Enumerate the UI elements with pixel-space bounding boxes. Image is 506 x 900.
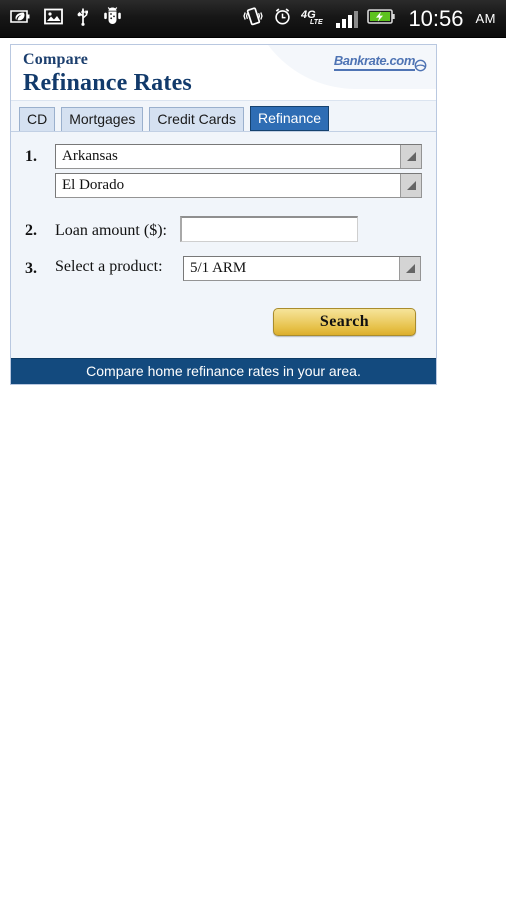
product-label: Select a product: [55, 258, 163, 275]
search-button[interactable]: Search [273, 308, 416, 336]
tab-refinance[interactable]: Refinance [249, 106, 330, 131]
power-saver-leaf-icon [10, 8, 31, 30]
bankrate-logo[interactable]: Bankrate.com [333, 53, 427, 72]
step-1-fields: Arkansas El Dorado [55, 144, 422, 202]
card-header: Compare Refinance Rates Bankrate.com [11, 45, 436, 101]
city-select[interactable]: El Dorado [55, 173, 422, 198]
refinance-search-form: 1. Arkansas El Dorado 2. Loan amount ($)… [11, 132, 436, 358]
state-select-value: Arkansas [62, 148, 118, 164]
bankrate-logo-text: Bankrate.com [333, 53, 415, 71]
card-footer-banner: Compare home refinance rates in your are… [11, 358, 436, 384]
android-debug-icon [103, 6, 122, 31]
tab-mortgages[interactable]: Mortgages [61, 107, 144, 131]
page-content: Compare Refinance Rates Bankrate.com CD … [0, 38, 506, 385]
city-select-value: El Dorado [62, 177, 125, 193]
signal-bars-icon [336, 10, 359, 28]
chevron-down-icon [406, 181, 416, 190]
tab-credit-cards[interactable]: Credit Cards [149, 107, 244, 131]
screenshot-image-icon [44, 8, 63, 30]
form-step-3: 3. Select a product: 5/1 ARM [25, 256, 422, 281]
status-bar-clock: 10:56 [408, 5, 464, 31]
state-select-arrow[interactable] [400, 145, 421, 168]
product-tabs[interactable]: CD Mortgages Credit Cards Refinance [11, 101, 436, 132]
android-status-bar[interactable]: 4G LTE 10:56 AM [0, 0, 506, 38]
status-bar-left-icons [10, 6, 122, 31]
status-bar-right-icons: 4G LTE 10:56 AM [242, 6, 496, 32]
product-select-value: 5/1 ARM [190, 260, 247, 276]
city-select-arrow[interactable] [400, 174, 421, 197]
card-header-text: Compare Refinance Rates [23, 50, 192, 97]
battery-charging-icon [367, 8, 396, 30]
product-select-arrow[interactable] [399, 257, 420, 280]
loan-amount-input[interactable] [179, 216, 358, 242]
vibrate-icon [242, 6, 264, 31]
page-eyebrow: Compare [23, 51, 89, 68]
tab-cd[interactable]: CD [19, 107, 56, 131]
form-step-1: 1. Arkansas El Dorado [25, 144, 422, 202]
step-2-number: 2. [25, 222, 37, 239]
chevron-down-icon [405, 264, 415, 273]
page-title: Refinance Rates [23, 70, 192, 96]
step-1-number: 1. [25, 148, 37, 165]
bankrate-swoosh-icon [414, 59, 427, 72]
network-4g-lte-icon: 4G LTE [300, 7, 327, 31]
loan-amount-label: Loan amount ($): [55, 222, 167, 239]
search-button-row: Search [25, 290, 422, 342]
state-select[interactable]: Arkansas [55, 144, 422, 169]
form-step-2: 2. Loan amount ($): [25, 216, 422, 242]
status-bar-ampm: AM [475, 11, 496, 26]
product-select[interactable]: 5/1 ARM [183, 256, 421, 281]
refinance-rates-card: Compare Refinance Rates Bankrate.com CD … [10, 44, 437, 385]
svg-text:LTE: LTE [310, 19, 323, 26]
usb-icon [76, 7, 90, 31]
step-3-number: 3. [25, 260, 37, 277]
chevron-down-icon [406, 152, 416, 161]
alarm-clock-icon [273, 7, 292, 31]
